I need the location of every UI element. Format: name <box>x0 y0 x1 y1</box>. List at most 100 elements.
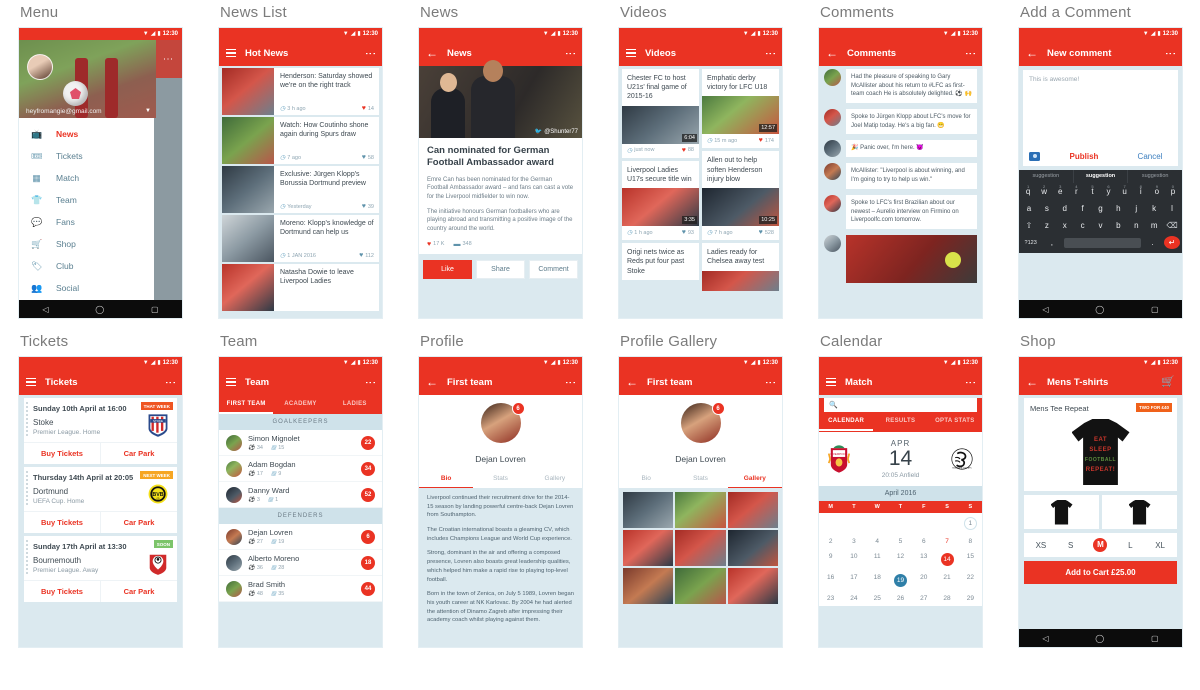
calendar-day-selected[interactable]: 19 <box>889 570 912 591</box>
share-button[interactable]: Share <box>476 259 525 279</box>
gallery-photo[interactable] <box>623 492 674 528</box>
tab-bio[interactable]: Bio <box>419 471 474 488</box>
sidebar-item-fans[interactable]: 💬 Fans <box>19 211 156 233</box>
comment-row[interactable]: 🎉 Panic over, I'm here. 😈 <box>819 137 982 160</box>
tab-gallery[interactable]: Gallery <box>528 471 582 488</box>
suggestion-chip[interactable]: suggestion <box>1074 170 1129 183</box>
comment-row[interactable]: Had the pleasure of speaking to Gary McA… <box>819 66 982 106</box>
video-card[interactable]: Chester FC to host U21s' final game of 2… <box>622 69 699 158</box>
size-option-xs[interactable]: XS <box>1026 541 1056 550</box>
key-r[interactable]: 4r <box>1069 184 1083 198</box>
calendar-day[interactable]: 27 <box>912 591 935 606</box>
shift-key[interactable]: ⇧ <box>1021 219 1037 232</box>
suggestion-chip[interactable]: suggestion <box>1019 170 1074 183</box>
news-list-item[interactable]: Exclusive: Jürgen Klopp's Borussia Dortm… <box>222 166 379 213</box>
calendar-day[interactable]: 22 <box>959 570 982 591</box>
key-b[interactable]: b <box>1110 219 1126 232</box>
cancel-button[interactable]: Cancel <box>1128 152 1172 161</box>
key-o[interactable]: 9o <box>1150 184 1164 198</box>
avatar[interactable] <box>824 140 841 158</box>
calendar-day[interactable]: 4 <box>866 534 889 549</box>
comment-input[interactable]: This is awesome! <box>1029 76 1172 83</box>
tab-first-team[interactable]: FIRST TEAM <box>219 395 274 414</box>
key-d[interactable]: d <box>1057 202 1073 215</box>
key-m[interactable]: m <box>1146 219 1162 232</box>
size-option-s[interactable]: S <box>1056 541 1086 550</box>
comment-row[interactable]: Spoke to LFC's first Brazilian about our… <box>819 192 982 232</box>
gallery-photo[interactable] <box>727 568 778 604</box>
backspace-key[interactable]: ⌫ <box>1164 219 1180 232</box>
overflow-icon[interactable]: ⋮ <box>964 377 976 388</box>
tab-academy[interactable]: ACADEMY <box>273 395 327 414</box>
back-arrow-icon[interactable]: ← <box>826 47 838 59</box>
news-list-item[interactable]: Natasha Dowie to leave Liverpool Ladies <box>222 264 379 311</box>
overflow-icon[interactable]: ⋮ <box>364 48 376 59</box>
gallery-photo[interactable] <box>727 530 778 566</box>
news-list-item[interactable]: Moreno: Klopp's knowledge of Dortmund ca… <box>222 215 379 262</box>
avatar[interactable] <box>824 163 841 181</box>
calendar-day[interactable]: 18 <box>866 570 889 591</box>
avatar[interactable] <box>824 109 841 127</box>
tab-results[interactable]: RESULTS <box>873 412 927 431</box>
avatar[interactable] <box>824 234 841 252</box>
back-arrow-icon[interactable]: ← <box>426 47 438 59</box>
key-c[interactable]: c <box>1075 219 1091 232</box>
gallery-photo[interactable] <box>727 492 778 528</box>
size-option-l[interactable]: L <box>1115 541 1145 550</box>
tab-ladies[interactable]: LADIES <box>328 395 382 414</box>
key-e[interactable]: 3e <box>1053 184 1067 198</box>
overflow-icon[interactable]: ⋮ <box>1164 48 1176 59</box>
hamburger-icon[interactable] <box>26 376 36 389</box>
key-u[interactable]: 7u <box>1118 184 1132 198</box>
video-card[interactable]: Allen out to help soften Henderson injur… <box>702 151 779 241</box>
video-card[interactable]: Liverpool Ladies U17s secure title win 3… <box>622 160 699 241</box>
calendar-day[interactable]: 3 <box>842 534 865 549</box>
back-arrow-icon[interactable]: ← <box>426 376 438 388</box>
cart-icon[interactable]: 🛒 <box>1161 376 1175 388</box>
player-row[interactable]: Brad Smith ⚽ 48 ▥ 35 44 <box>219 576 382 602</box>
calendar-day[interactable]: 9 <box>819 549 842 570</box>
calendar-day[interactable]: 2 <box>819 534 842 549</box>
gallery-photo[interactable] <box>623 530 674 566</box>
recents-nav-icon[interactable]: ▢ <box>1151 634 1159 643</box>
camera-icon[interactable] <box>1029 152 1040 161</box>
recents-nav-icon[interactable]: ▢ <box>1151 305 1159 314</box>
calendar-day[interactable]: 13 <box>912 549 935 570</box>
back-arrow-icon[interactable]: ← <box>1026 47 1038 59</box>
avatar[interactable] <box>824 194 841 212</box>
car-park-button[interactable]: Car Park <box>101 512 177 533</box>
gallery-photo[interactable] <box>623 568 674 604</box>
car-park-button[interactable]: Car Park <box>101 581 177 602</box>
overflow-icon[interactable]: ⋮ <box>564 48 576 59</box>
video-card[interactable]: Emphatic derby victory for LFC U18 12:57… <box>702 69 779 149</box>
video-card[interactable]: Ladies ready for Chelsea away test <box>702 243 779 291</box>
home-nav-icon[interactable]: ◯ <box>95 305 104 314</box>
product-image-front[interactable]: EAT SLEEP FOOTBALL REPEAT! <box>1071 419 1130 485</box>
next-match-card[interactable]: LIVERPOOL APR 14 20:05 Anfield SWANSEA C… <box>819 432 982 487</box>
comment-row[interactable]: McAllister: "Liverpool is about winning,… <box>819 160 982 191</box>
player-row[interactable]: Alberto Moreno ⚽ 36 ▥ 28 18 <box>219 550 382 576</box>
key-z[interactable]: z <box>1039 219 1055 232</box>
calendar-day[interactable]: 20 <box>912 570 935 591</box>
player-row[interactable]: Simon Mignolet ⚽ 34 ▥ 15 22 <box>219 430 382 456</box>
calendar-day[interactable]: 25 <box>866 591 889 606</box>
menu-scrim[interactable]: ⋮ <box>154 40 182 304</box>
calendar-day[interactable]: 26 <box>889 591 912 606</box>
news-list-item[interactable]: Watch: How Coutinho shone again during S… <box>222 117 379 164</box>
tab-bio[interactable]: Bio <box>619 471 673 488</box>
hamburger-icon[interactable] <box>826 376 836 389</box>
news-list-item[interactable]: Henderson: Saturday showed we're on the … <box>222 68 379 115</box>
gallery-photo[interactable] <box>675 568 726 604</box>
search-input[interactable]: 🔍 <box>824 398 977 412</box>
overflow-icon[interactable]: ⋮ <box>764 377 776 388</box>
tab-opta-stats[interactable]: OPTA STATS <box>928 412 982 431</box>
key-s[interactable]: s <box>1039 202 1055 215</box>
comment-row[interactable]: Spoke to Jürgen Klopp about LFC's move f… <box>819 106 982 137</box>
back-arrow-icon[interactable]: ← <box>626 376 638 388</box>
space-key[interactable] <box>1063 237 1141 248</box>
calendar-day[interactable]: 7 <box>935 534 958 549</box>
sidebar-item-news[interactable]: 📺 News <box>19 123 156 145</box>
product-thumb-back[interactable] <box>1102 495 1177 529</box>
hamburger-icon[interactable] <box>226 376 236 389</box>
sidebar-item-shop[interactable]: 🛒 Shop <box>19 233 156 255</box>
